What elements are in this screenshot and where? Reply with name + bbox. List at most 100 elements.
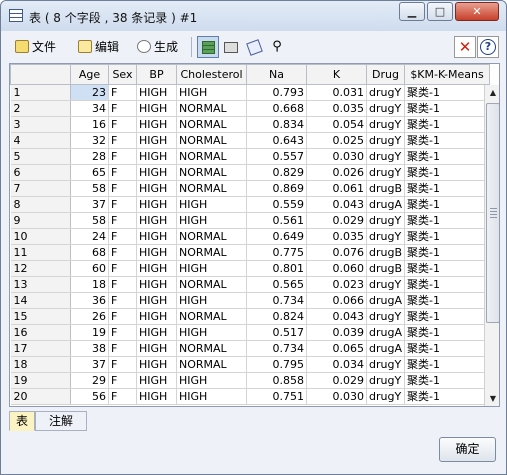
table-cell[interactable]: HIGH xyxy=(136,340,177,357)
table-row[interactable]: 12 60 F HIGH HIGH 0.801 0.060 drugB 聚类-1 xyxy=(10,260,491,277)
table-cell[interactable]: 0.030 xyxy=(306,148,367,165)
table-cell[interactable]: F xyxy=(108,244,137,261)
table-cell[interactable]: HIGH xyxy=(136,372,177,389)
table-cell[interactable]: 0.829 xyxy=(246,164,307,181)
column-header[interactable]: K xyxy=(306,64,367,85)
close-button[interactable]: ✕ xyxy=(455,2,499,21)
table-row[interactable]: 5 28 F HIGH NORMAL 0.557 0.030 drugY 聚类-1 xyxy=(10,148,491,165)
table-cell[interactable]: NORMAL xyxy=(176,116,247,133)
table-cell[interactable]: NORMAL xyxy=(176,244,247,261)
table-cell[interactable]: 0.029 xyxy=(306,372,367,389)
table-cell[interactable]: drugY xyxy=(366,356,406,373)
table-cell[interactable]: 0.668 xyxy=(246,100,307,117)
row-number[interactable]: 12 xyxy=(10,260,71,277)
table-cell[interactable]: 58 xyxy=(70,180,109,197)
table-cell[interactable]: 聚类-1 xyxy=(404,84,491,101)
row-number[interactable]: 1 xyxy=(10,84,71,101)
table-cell[interactable]: drugA xyxy=(366,292,406,309)
table-cell[interactable]: 32 xyxy=(70,132,109,149)
table-cell[interactable]: HIGH xyxy=(136,260,177,277)
table-cell[interactable]: F xyxy=(108,84,137,101)
table-row[interactable]: 8 37 F HIGH HIGH 0.559 0.043 drugA 聚类-1 xyxy=(10,196,491,213)
table-cell[interactable]: 0.824 xyxy=(246,308,307,325)
table-cell[interactable]: HIGH xyxy=(136,228,177,245)
table-cell[interactable]: F xyxy=(108,164,137,181)
table-cell[interactable]: 56 xyxy=(70,388,109,405)
row-number[interactable]: 3 xyxy=(10,116,71,133)
table-cell[interactable]: 聚类-1 xyxy=(404,260,491,277)
table-cell[interactable]: drugY xyxy=(366,164,406,181)
table-cell[interactable]: 0.060 xyxy=(306,260,367,277)
table-cell[interactable]: F xyxy=(108,356,137,373)
table-cell[interactable]: HIGH xyxy=(136,356,177,373)
table-cell[interactable]: 聚类-1 xyxy=(404,340,491,357)
table-cell[interactable]: HIGH xyxy=(136,196,177,213)
table-cell[interactable]: 0.565 xyxy=(246,276,307,293)
table-cell[interactable]: F xyxy=(108,116,137,133)
column-header[interactable]: Cholesterol xyxy=(176,64,247,85)
table-cell[interactable]: 聚类-1 xyxy=(404,100,491,117)
table-cell[interactable]: drugY xyxy=(366,228,406,245)
table-cell[interactable]: 28 xyxy=(70,148,109,165)
table-cell[interactable]: HIGH xyxy=(136,132,177,149)
table-cell[interactable]: 0.775 xyxy=(246,244,307,261)
table-cell[interactable]: drugB xyxy=(366,180,406,197)
row-number[interactable]: 10 xyxy=(10,228,71,245)
table-cell[interactable]: 60 xyxy=(70,260,109,277)
table-cell[interactable]: 0.035 xyxy=(306,228,367,245)
table-row[interactable]: 11 68 F HIGH NORMAL 0.775 0.076 drugB 聚类-1 xyxy=(10,244,491,261)
scroll-thumb[interactable] xyxy=(486,103,499,323)
table-cell[interactable]: HIGH xyxy=(136,308,177,325)
table-cell[interactable]: 0.858 xyxy=(246,372,307,389)
find-button[interactable]: ⚲ xyxy=(266,36,288,58)
table-cell[interactable]: NORMAL xyxy=(176,164,247,181)
table-cell[interactable]: HIGH xyxy=(136,388,177,405)
table-cell[interactable]: drugA xyxy=(366,324,406,341)
table-row[interactable]: 20 56 F HIGH HIGH 0.751 0.030 drugY 聚类-1 xyxy=(10,388,491,405)
table-cell[interactable]: 聚类-1 xyxy=(404,356,491,373)
edit-menu[interactable]: 编辑 xyxy=(78,37,119,57)
table-cell[interactable]: 0.869 xyxy=(246,180,307,197)
table-cell[interactable]: 0.026 xyxy=(306,164,367,181)
table-cell[interactable]: 聚类-1 xyxy=(404,132,491,149)
table-cell[interactable]: HIGH xyxy=(136,292,177,309)
table-cell[interactable]: drugA xyxy=(366,340,406,357)
table-row[interactable]: 1 23 F HIGH HIGH 0.793 0.031 drugY 聚类-1 xyxy=(10,84,491,101)
table-cell[interactable]: HIGH xyxy=(136,276,177,293)
table-cell[interactable]: F xyxy=(108,132,137,149)
table-row[interactable]: 17 38 F HIGH NORMAL 0.734 0.065 drugA 聚类-1 xyxy=(10,340,491,357)
table-cell[interactable]: 0.793 xyxy=(246,84,307,101)
table-cell[interactable]: F xyxy=(108,276,137,293)
table-cell[interactable]: 34 xyxy=(70,100,109,117)
table-cell[interactable]: F xyxy=(108,388,137,405)
table-cell[interactable]: F xyxy=(108,180,137,197)
table-cell[interactable]: 0.561 xyxy=(246,212,307,229)
table-cell[interactable]: 0.025 xyxy=(306,132,367,149)
row-number[interactable]: 4 xyxy=(10,132,71,149)
row-number[interactable]: 15 xyxy=(10,308,71,325)
table-cell[interactable]: 18 xyxy=(70,276,109,293)
table-row[interactable]: 3 16 F HIGH NORMAL 0.834 0.054 drugY 聚类-1 xyxy=(10,116,491,133)
generate-menu[interactable]: 生成 xyxy=(137,37,178,57)
table-row[interactable]: 14 36 F HIGH HIGH 0.734 0.066 drugA 聚类-1 xyxy=(10,292,491,309)
table-cell[interactable]: F xyxy=(108,196,137,213)
table-cell[interactable]: 0.517 xyxy=(246,324,307,341)
table-cell[interactable]: 0.065 xyxy=(306,340,367,357)
table-cell[interactable]: 65 xyxy=(70,164,109,181)
column-header[interactable]: Na xyxy=(246,64,307,85)
table-cell[interactable]: HIGH xyxy=(176,292,247,309)
table-row[interactable]: 13 18 F HIGH NORMAL 0.565 0.023 drugY 聚类-1 xyxy=(10,276,491,293)
table-cell[interactable]: 聚类-1 xyxy=(404,308,491,325)
table-row[interactable]: 6 65 F HIGH NORMAL 0.829 0.026 drugY 聚类-1 xyxy=(10,164,491,181)
table-cell[interactable]: HIGH xyxy=(136,116,177,133)
column-header[interactable]: Age xyxy=(70,64,109,85)
table-cell[interactable]: 0.054 xyxy=(306,116,367,133)
table-cell[interactable]: drugB xyxy=(366,244,406,261)
table-cell[interactable]: 68 xyxy=(70,244,109,261)
row-number[interactable]: 13 xyxy=(10,276,71,293)
table-cell[interactable]: 0.043 xyxy=(306,308,367,325)
table-cell[interactable]: 聚类-1 xyxy=(404,388,491,405)
table-cell[interactable]: 聚类-1 xyxy=(404,292,491,309)
table-cell[interactable]: 聚类-1 xyxy=(404,212,491,229)
table-cell[interactable]: NORMAL xyxy=(176,276,247,293)
